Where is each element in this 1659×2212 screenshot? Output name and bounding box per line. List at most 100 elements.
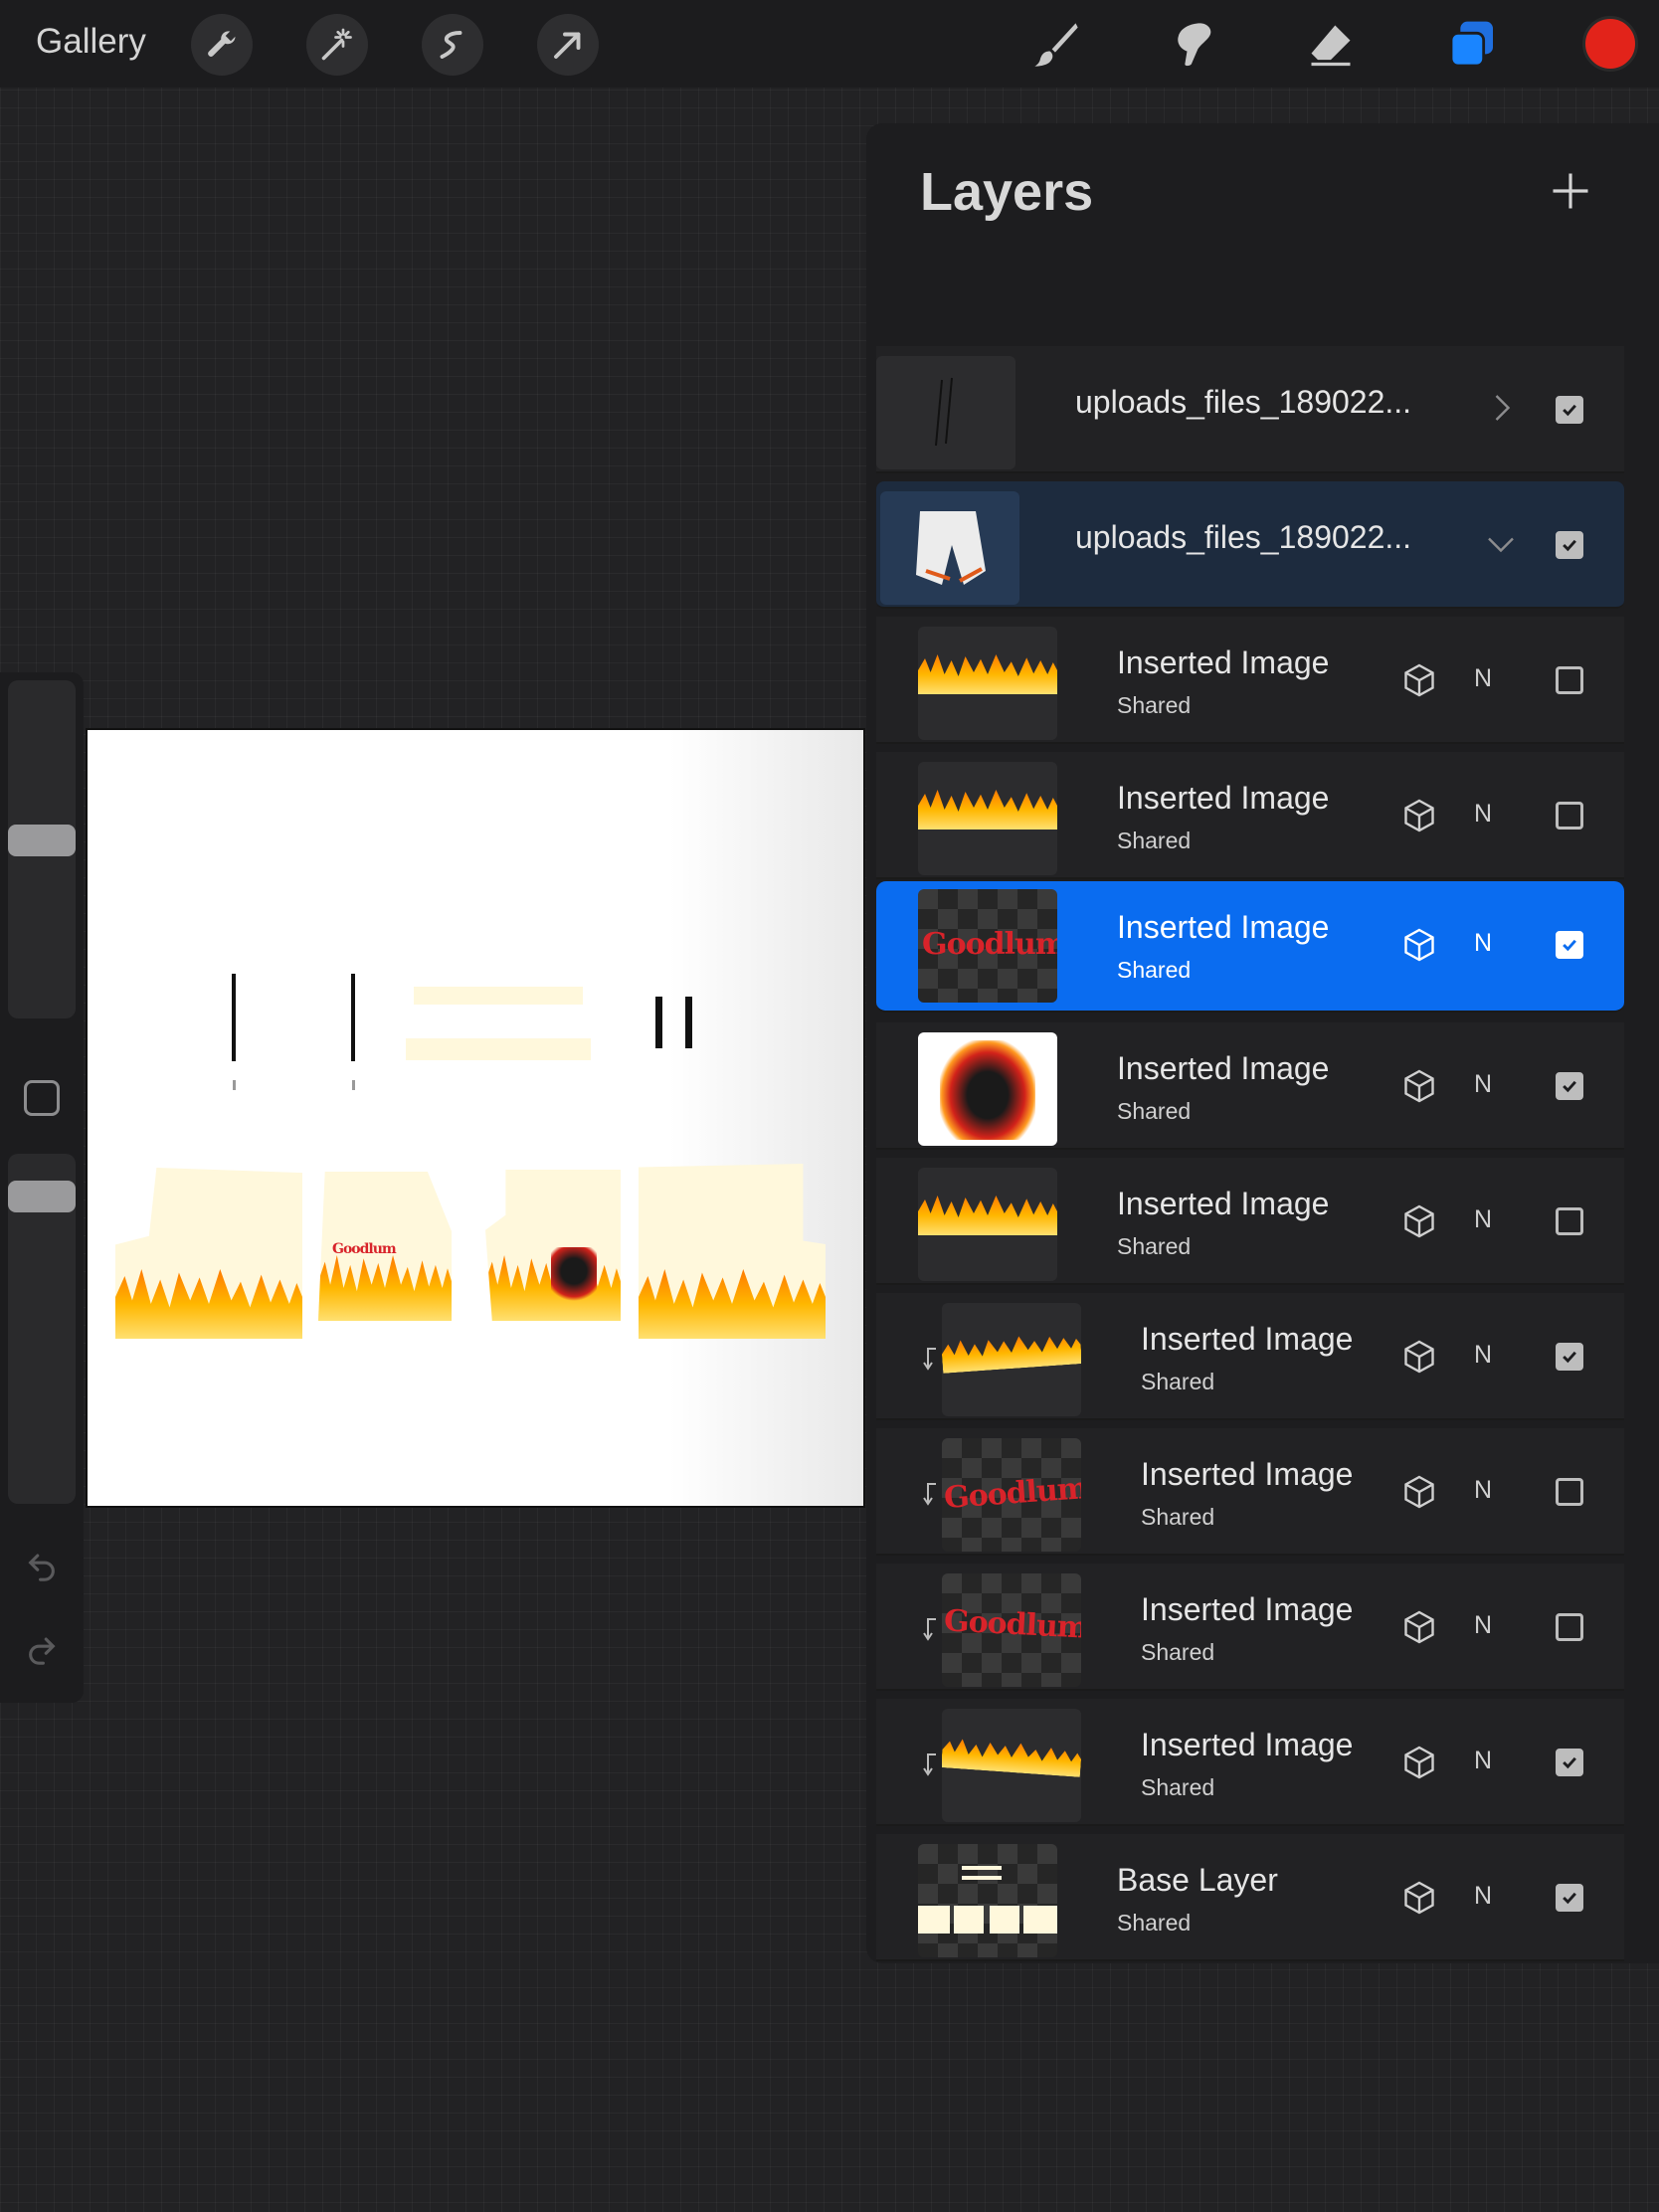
layer-row[interactable]: Inserted Image Shared N [876, 1022, 1624, 1150]
layer-name: Inserted Image [1141, 1456, 1354, 1492]
checkmark-icon [1563, 1892, 1576, 1905]
goodlum-logo: Goodlum [942, 1471, 1081, 1516]
waistband-piece [406, 1038, 591, 1060]
layer-row-base[interactable]: Base Layer Shared N [876, 1834, 1624, 1961]
layer-shared-label: Shared [1141, 1774, 1215, 1800]
visibility-checkbox[interactable] [1556, 1478, 1583, 1506]
shared-cube-icon [1404, 1204, 1434, 1238]
undo-button[interactable] [22, 1546, 62, 1585]
transform-button[interactable] [537, 14, 599, 76]
shared-cube-icon [1404, 1340, 1434, 1374]
visibility-checkbox[interactable] [1556, 1884, 1583, 1912]
layer-row[interactable]: Inserted Image Shared N [876, 752, 1624, 879]
shared-cube-icon [1404, 1069, 1434, 1103]
layer-thumbnail [918, 762, 1057, 875]
cobra-graphic [551, 1247, 597, 1307]
layers-icon [1449, 21, 1493, 68]
checkmark-icon [1563, 1351, 1576, 1364]
blend-mode-button[interactable]: N [1474, 800, 1492, 829]
layers-button[interactable] [1440, 14, 1504, 76]
blend-mode-button[interactable]: N [1474, 664, 1492, 693]
canvas-stroke [655, 997, 662, 1048]
layer-name: Inserted Image [1117, 1050, 1330, 1086]
magic-wand-icon [321, 28, 352, 61]
selection-icon [440, 31, 462, 59]
blend-mode-button[interactable]: N [1474, 1611, 1492, 1640]
checkmark-icon [1563, 1756, 1576, 1769]
visibility-checkbox[interactable] [1556, 396, 1583, 424]
blend-mode-button[interactable]: N [1474, 1205, 1492, 1234]
clipping-mask-icon [923, 1483, 936, 1506]
layer-row-clipped[interactable]: Goodlum Inserted Image Shared N [876, 1428, 1624, 1556]
blend-mode-button[interactable]: N [1474, 1341, 1492, 1370]
shared-cube-icon [1404, 663, 1434, 697]
chevron-down-icon[interactable] [1483, 525, 1519, 561]
visibility-checkbox[interactable] [1556, 666, 1583, 694]
blend-mode-button[interactable]: N [1474, 1747, 1492, 1775]
visibility-checkbox[interactable] [1556, 1613, 1583, 1641]
checkmark-icon [1563, 939, 1576, 952]
chevron-right-icon[interactable] [1483, 390, 1519, 426]
blend-mode-button[interactable]: N [1474, 1070, 1492, 1099]
add-layer-button[interactable] [1543, 163, 1598, 219]
visibility-checkbox[interactable] [1556, 1749, 1583, 1776]
waistband-piece [414, 987, 583, 1005]
goodlum-logo: Goodlum [943, 1603, 1081, 1646]
brush-button[interactable] [1024, 14, 1088, 76]
color-picker-button[interactable] [1582, 16, 1638, 72]
layer-row-clipped[interactable]: Inserted Image Shared N [876, 1699, 1624, 1826]
eraser-icon [1311, 25, 1351, 67]
layer-row-clipped[interactable]: Inserted Image Shared N [876, 1293, 1624, 1420]
layer-group-row[interactable]: uploads_files_189022... [876, 346, 1624, 473]
pattern-piece: Goodlum [318, 1172, 452, 1321]
visibility-checkbox[interactable] [1556, 931, 1583, 959]
layer-name: Base Layer [1117, 1862, 1278, 1898]
adjustments-button[interactable] [306, 14, 368, 76]
smudge-button[interactable] [1162, 14, 1225, 76]
eraser-button[interactable] [1299, 14, 1363, 76]
layer-thumbnail: Goodlum [942, 1573, 1081, 1687]
modify-button[interactable] [24, 1080, 60, 1116]
left-sidebar [0, 672, 84, 1703]
layer-thumbnail [918, 1168, 1057, 1281]
layer-row-selected[interactable]: Goodlum Inserted Image Shared N [876, 881, 1624, 1013]
layer-thumbnail [918, 1032, 1057, 1146]
visibility-checkbox[interactable] [1556, 802, 1583, 830]
layer-shared-label: Shared [1117, 957, 1192, 983]
layer-shared-label: Shared [1117, 828, 1192, 853]
blend-mode-button[interactable]: N [1474, 1882, 1492, 1911]
layer-name: uploads_files_189022... [1075, 519, 1412, 555]
visibility-checkbox[interactable] [1556, 1343, 1583, 1371]
opacity-thumb[interactable] [8, 1181, 76, 1212]
blend-mode-button[interactable]: N [1474, 929, 1492, 958]
plus-icon [1553, 173, 1588, 209]
shared-cube-icon [1404, 1475, 1434, 1509]
layer-row[interactable]: Inserted Image Shared N [876, 1158, 1624, 1285]
layer-group-row[interactable]: uploads_files_189022... [876, 481, 1624, 609]
visibility-checkbox[interactable] [1556, 1207, 1583, 1235]
drawing-canvas[interactable]: Goodlum [88, 730, 863, 1506]
blend-mode-button[interactable]: N [1474, 1476, 1492, 1505]
actions-button[interactable] [191, 14, 253, 76]
layer-thumbnail [880, 491, 1019, 605]
brush-size-thumb[interactable] [8, 825, 76, 856]
layer-shared-label: Shared [1117, 1233, 1192, 1259]
layers-title: Layers [920, 162, 1094, 222]
layer-thumbnail [942, 1709, 1081, 1822]
redo-button[interactable] [22, 1629, 62, 1669]
clipping-mask-icon [923, 1753, 936, 1776]
layer-thumbnail: Goodlum [918, 889, 1057, 1003]
canvas-stroke [351, 974, 355, 1061]
canvas-stroke [233, 1080, 236, 1090]
gallery-button[interactable]: Gallery [36, 22, 146, 62]
pattern-piece [115, 1168, 302, 1339]
layer-row[interactable]: Inserted Image Shared N [876, 617, 1624, 744]
selection-button[interactable] [422, 14, 483, 76]
goodlum-logo: Goodlum [922, 927, 1057, 962]
cobra-graphic [940, 1040, 1035, 1140]
layer-row-clipped[interactable]: Goodlum Inserted Image Shared N [876, 1564, 1624, 1691]
visibility-checkbox[interactable] [1556, 531, 1583, 559]
layers-panel: Layers uploads_files_189022... uploads_f… [866, 123, 1659, 1963]
layer-name: Inserted Image [1141, 1727, 1354, 1762]
visibility-checkbox[interactable] [1556, 1072, 1583, 1100]
